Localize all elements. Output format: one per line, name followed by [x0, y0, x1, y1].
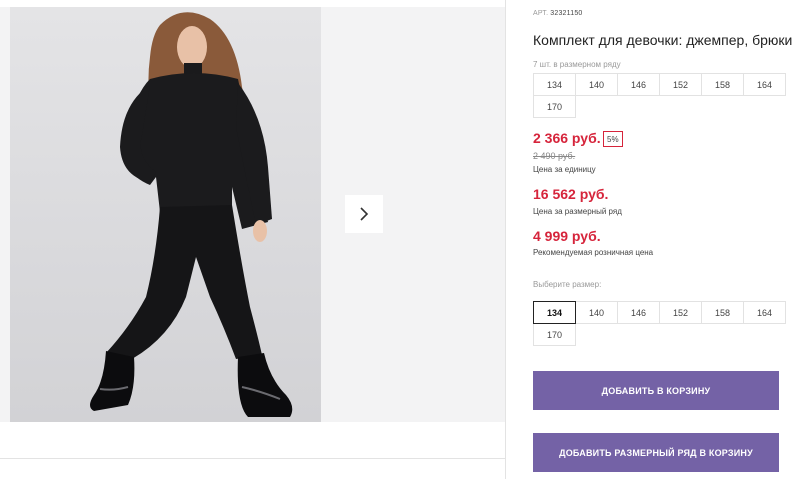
- add-pack-to-cart-button[interactable]: ДОБАВИТЬ РАЗМЕРНЫЙ РЯД В КОРЗИНУ: [533, 433, 779, 472]
- gallery-divider: [0, 458, 505, 459]
- pack-size-cell: 140: [575, 73, 618, 96]
- size-option-selected[interactable]: 134: [533, 301, 576, 324]
- size-option[interactable]: 152: [659, 301, 702, 324]
- pack-size-cell: 170: [533, 95, 576, 118]
- product-gallery: [0, 0, 505, 479]
- product-photo-illustration: [90, 12, 293, 417]
- size-option[interactable]: 140: [575, 301, 618, 324]
- product-title: Комплект для девочки: джемпер, брюки: [533, 32, 793, 48]
- old-price: 2 490 руб.: [533, 151, 576, 161]
- article-label: АРТ.: [533, 10, 549, 17]
- unit-price-note: Цена за единицу: [533, 165, 596, 174]
- unit-price: 2 366 руб.: [533, 130, 601, 146]
- size-selector: 134 140 146 152 158 164 170: [533, 301, 786, 346]
- retail-price: 4 999 руб.: [533, 228, 601, 244]
- pack-size-cell: 158: [701, 73, 744, 96]
- discount-badge: 5%: [603, 131, 623, 147]
- pack-size-cell: 146: [617, 73, 660, 96]
- size-option[interactable]: 158: [701, 301, 744, 324]
- size-option[interactable]: 170: [533, 323, 576, 346]
- pack-caption: 7 шт. в размерном ряду: [533, 60, 621, 69]
- pack-price-note: Цена за размерный ряд: [533, 207, 622, 216]
- chevron-right-icon: [360, 207, 369, 221]
- product-info-panel: АРТ. 32321150 Комплект для девочки: джемп…: [533, 0, 800, 479]
- pack-size-cell: 164: [743, 73, 786, 96]
- size-caption: Выберите размер:: [533, 280, 602, 289]
- size-option[interactable]: 146: [617, 301, 660, 324]
- panel-divider: [505, 0, 506, 479]
- pack-size-cell: 134: [533, 73, 576, 96]
- size-option[interactable]: 164: [743, 301, 786, 324]
- article-number: АРТ. 32321150: [533, 10, 583, 17]
- pack-sizes-grid: 134 140 146 152 158 164 170: [533, 73, 786, 118]
- pack-size-cell: 152: [659, 73, 702, 96]
- article-value: 32321150: [550, 10, 583, 17]
- gallery-next-button[interactable]: [345, 195, 383, 233]
- retail-price-note: Рекомендуемая розничная цена: [533, 248, 654, 257]
- pack-price: 16 562 руб.: [533, 186, 609, 202]
- product-photo[interactable]: [10, 7, 321, 422]
- add-to-cart-button[interactable]: ДОБАВИТЬ В КОРЗИНУ: [533, 371, 779, 410]
